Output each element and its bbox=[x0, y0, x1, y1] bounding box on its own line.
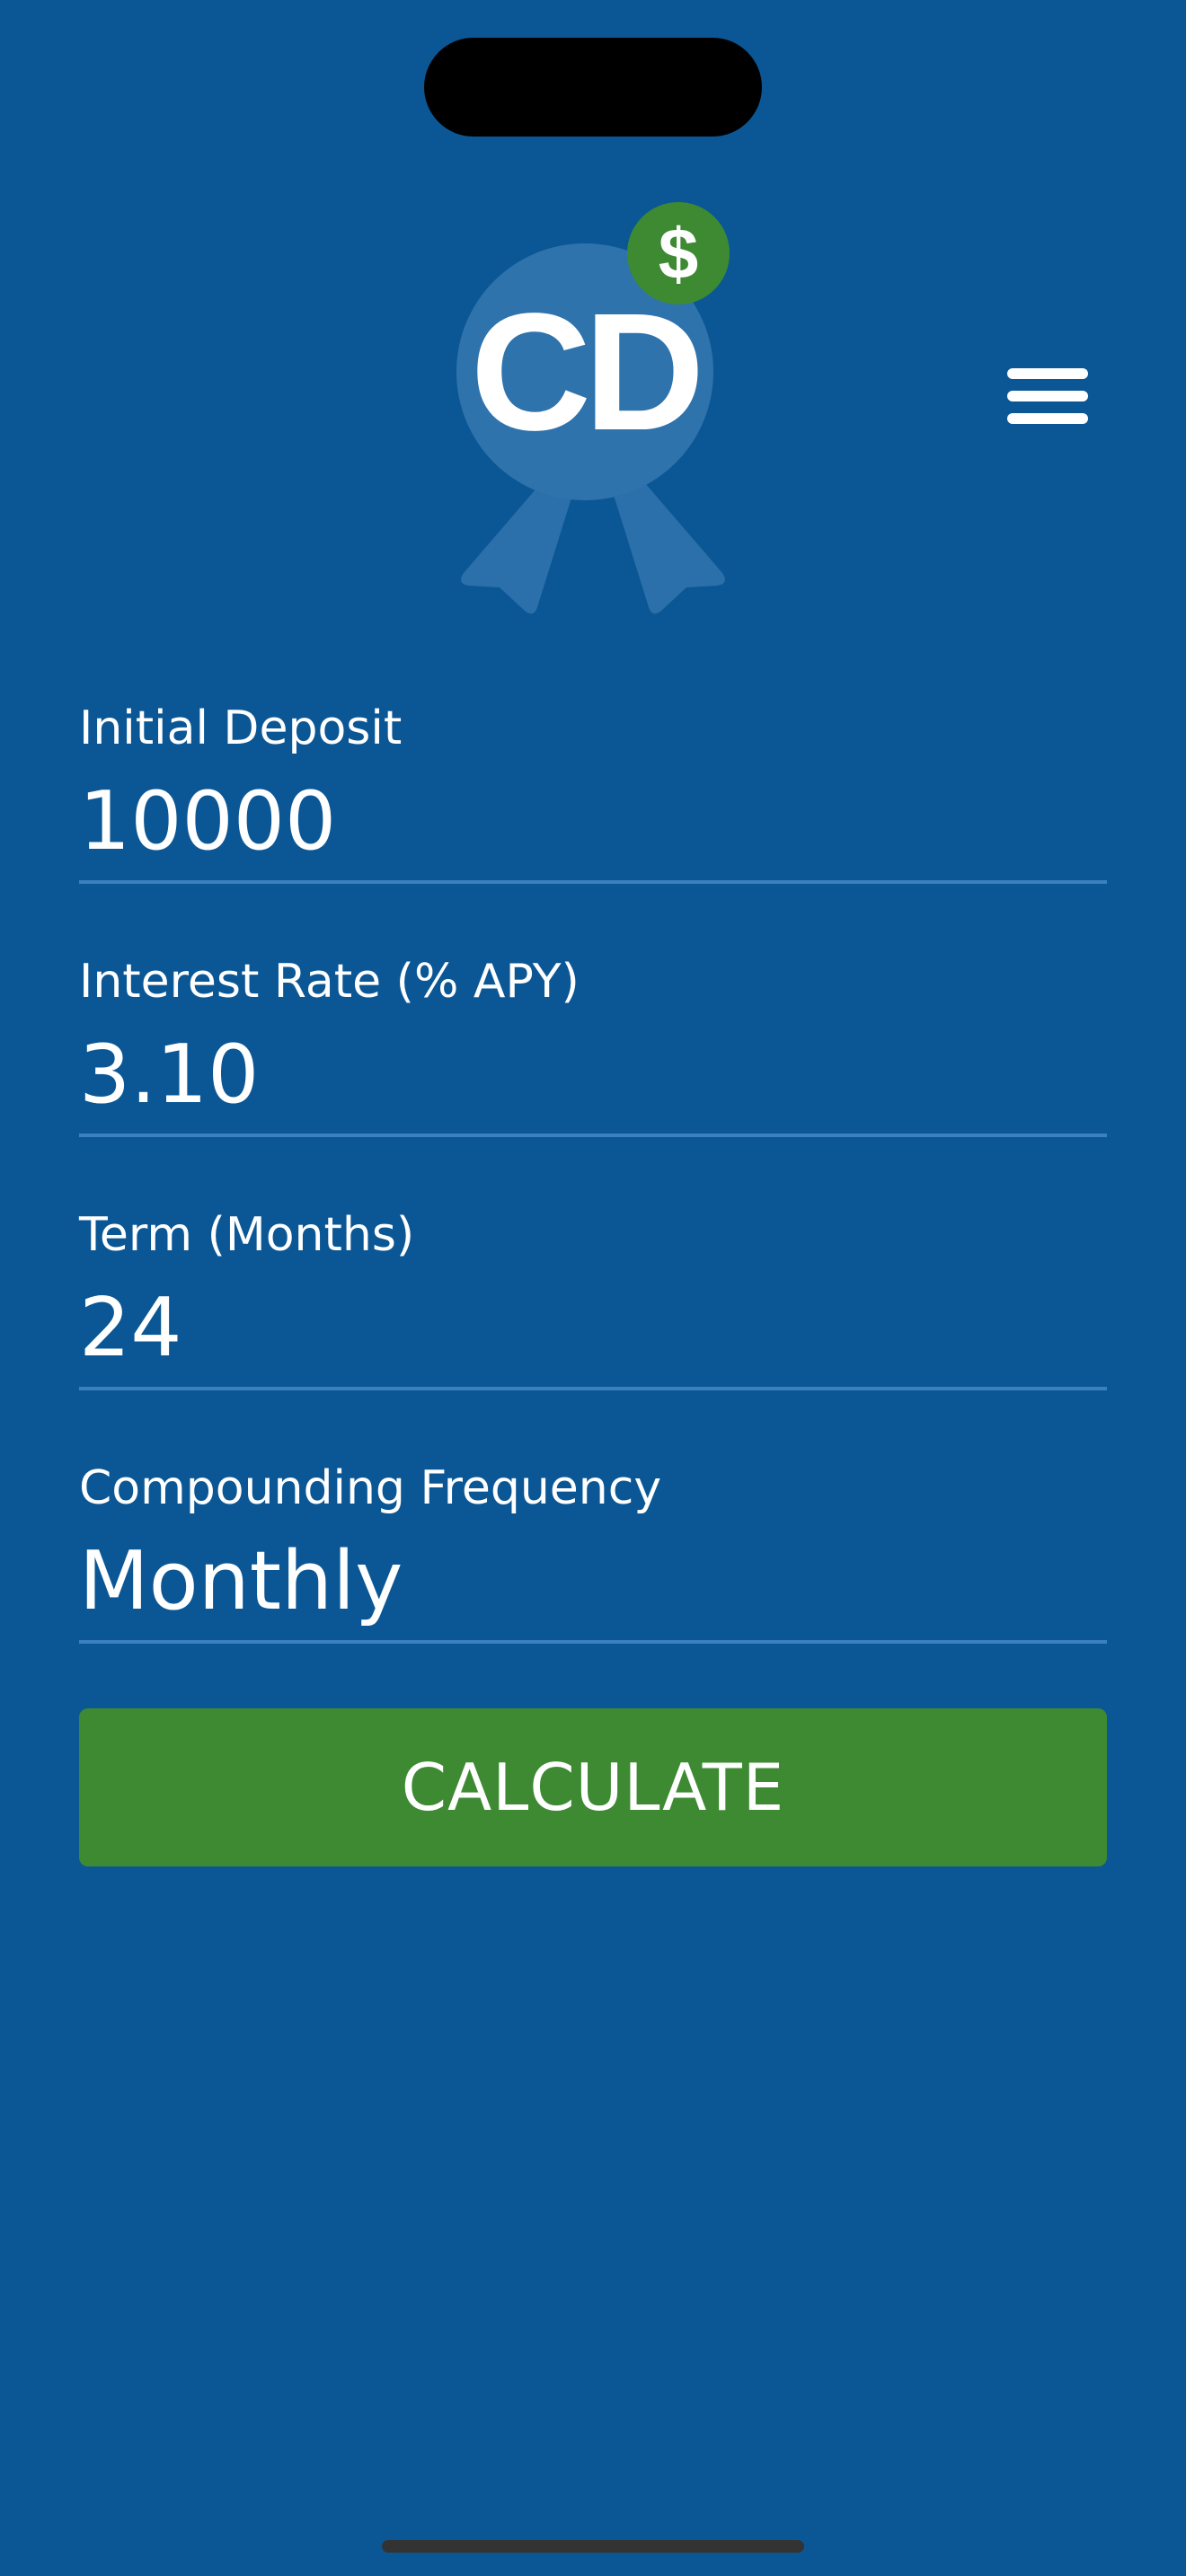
menu-bar bbox=[1007, 391, 1088, 401]
field-underline bbox=[79, 1640, 1107, 1644]
term-months-field: Term (Months) bbox=[79, 1205, 1107, 1394]
field-underline bbox=[79, 1387, 1107, 1390]
home-indicator[interactable] bbox=[382, 2540, 804, 2553]
term-months-label: Term (Months) bbox=[79, 1208, 415, 1262]
field-underline bbox=[79, 1134, 1107, 1137]
initial-deposit-field: Initial Deposit bbox=[79, 699, 1107, 887]
interest-rate-input[interactable] bbox=[79, 1026, 1107, 1125]
dynamic-island bbox=[424, 38, 762, 137]
compounding-frequency-field: Compounding Frequency Monthly bbox=[79, 1459, 1107, 1647]
menu-bar bbox=[1007, 413, 1088, 424]
menu-bar bbox=[1007, 368, 1088, 379]
compounding-frequency-label: Compounding Frequency bbox=[79, 1461, 662, 1515]
logo-text: CD bbox=[471, 279, 698, 465]
cd-medal-logo-icon: CD $ bbox=[456, 202, 730, 614]
compounding-frequency-select[interactable]: Monthly bbox=[79, 1532, 1107, 1631]
dollar-badge-icon: $ bbox=[659, 214, 699, 294]
cd-calculator-screen: CD $ Initial Deposit Interest Rate (% AP… bbox=[0, 0, 1186, 2576]
interest-rate-field: Interest Rate (% APY) bbox=[79, 952, 1107, 1141]
field-underline bbox=[79, 880, 1107, 884]
calculate-button[interactable]: CALCULATE bbox=[79, 1708, 1107, 1866]
term-months-input[interactable] bbox=[79, 1279, 1107, 1378]
initial-deposit-input[interactable] bbox=[79, 772, 1107, 871]
hamburger-menu-icon[interactable] bbox=[996, 356, 1100, 437]
interest-rate-label: Interest Rate (% APY) bbox=[79, 955, 580, 1009]
initial-deposit-label: Initial Deposit bbox=[79, 701, 403, 755]
